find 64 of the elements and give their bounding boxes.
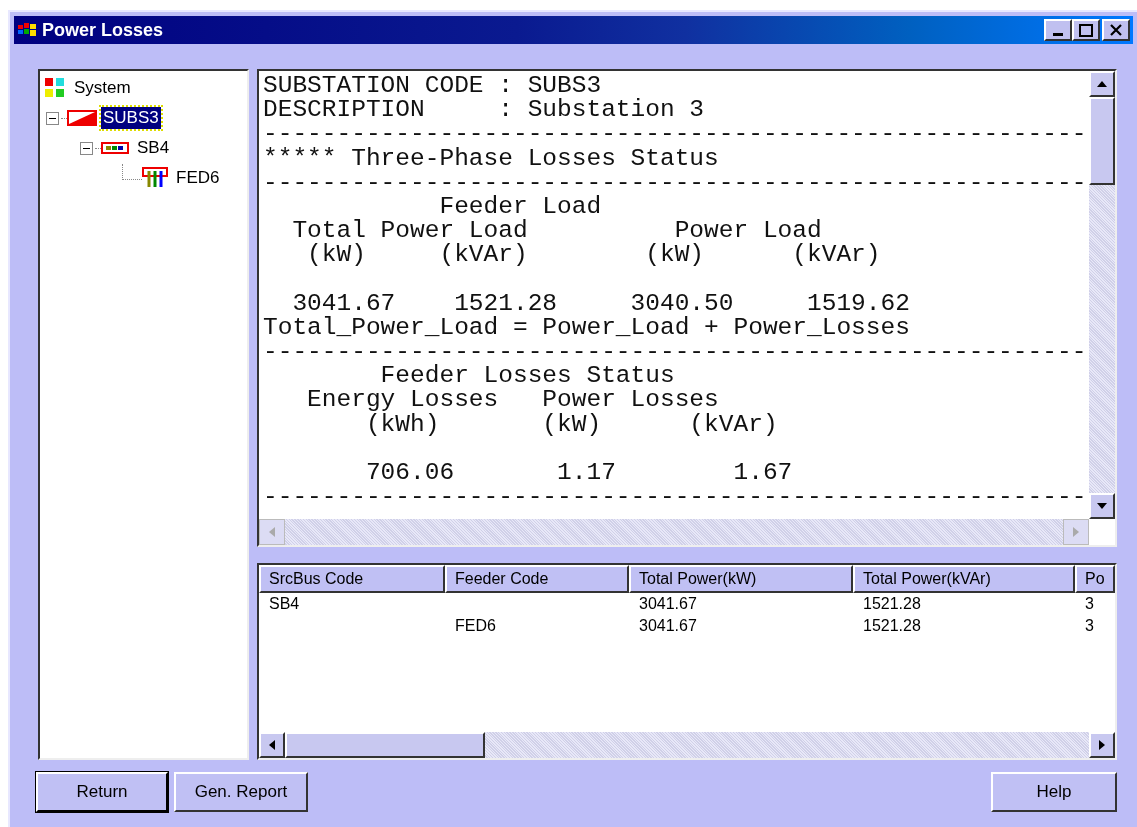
column-header[interactable]: Total Power(kW) bbox=[629, 565, 853, 593]
table-cell: 1521.28 bbox=[863, 595, 921, 612]
report-line: DESCRIPTION : Substation 3 bbox=[263, 98, 705, 123]
report-line: -------------------------------------------------------- bbox=[263, 340, 1087, 365]
left-arrow-icon bbox=[269, 527, 275, 537]
column-header[interactable]: Total Power(kVAr) bbox=[853, 565, 1075, 593]
table-cell: FED6 bbox=[455, 617, 496, 634]
scroll-up-button[interactable] bbox=[1089, 71, 1115, 97]
substation-icon bbox=[67, 110, 97, 126]
table-cell: 3041.67 bbox=[639, 617, 697, 634]
report-line: Energy Losses Power Losses bbox=[306, 388, 719, 413]
minus-icon bbox=[83, 147, 90, 149]
maximize-button[interactable] bbox=[1072, 19, 1100, 41]
right-arrow-icon bbox=[1099, 740, 1105, 750]
table-cell: SB4 bbox=[269, 595, 300, 612]
collapse-toggle[interactable] bbox=[46, 111, 59, 125]
feeder-icon bbox=[142, 167, 168, 189]
down-arrow-icon bbox=[1097, 503, 1107, 509]
left-arrow-icon bbox=[269, 740, 275, 750]
tree-item[interactable]: SUBS3 bbox=[101, 107, 161, 129]
report-line: -------------------------------------------------------- bbox=[263, 485, 1087, 510]
report-line: -------------------------------------------------------- bbox=[263, 170, 1087, 195]
minimize-button[interactable] bbox=[1044, 19, 1072, 41]
report-line: -------------------------------------------------------- bbox=[263, 122, 1087, 147]
report-line: SUBSTATION CODE : SUBS3 bbox=[263, 74, 602, 99]
collapse-toggle[interactable] bbox=[80, 141, 93, 155]
tree-item[interactable]: SB4 bbox=[135, 135, 172, 161]
tree-item[interactable]: FED6 bbox=[174, 165, 222, 191]
app-icon bbox=[18, 22, 38, 38]
maximize-icon bbox=[1079, 23, 1093, 37]
report-line: Total Power Load Power Load bbox=[291, 219, 822, 244]
scroll-thumb[interactable] bbox=[1089, 97, 1115, 185]
report-line: 706.06 1.17 1.67 bbox=[364, 461, 793, 486]
table-cell: 3 bbox=[1085, 595, 1094, 612]
right-arrow-icon bbox=[1073, 527, 1079, 537]
report-line: Total_Power_Load = Power_Load + Power_Losses bbox=[263, 315, 910, 341]
column-header[interactable]: SrcBus Code bbox=[259, 565, 445, 593]
minimize-icon bbox=[1053, 33, 1063, 36]
report-line: ***** Three-Phase Losses Status bbox=[263, 146, 719, 171]
column-header[interactable]: Feeder Code bbox=[445, 565, 629, 593]
bus-bar-icon bbox=[101, 142, 129, 154]
horizontal-scrollbar[interactable] bbox=[259, 732, 1115, 758]
table-cell: 3041.67 bbox=[639, 595, 697, 612]
report-line: Feeder Load bbox=[438, 194, 602, 220]
report-line: 3041.67 1521.28 3040.50 1519.62 bbox=[292, 291, 910, 316]
action-button[interactable]: Return bbox=[36, 772, 168, 812]
column-header[interactable]: Po bbox=[1075, 565, 1115, 593]
table-cell: 1521.28 bbox=[863, 617, 921, 634]
tree-item[interactable]: System bbox=[72, 75, 133, 101]
window-title: Power Losses bbox=[42, 18, 164, 42]
report-line: (kWh) (kW) (kVAr) bbox=[365, 412, 778, 437]
action-button[interactable]: Gen. Report bbox=[174, 772, 308, 812]
action-button[interactable]: Help bbox=[991, 772, 1117, 812]
up-arrow-icon bbox=[1097, 81, 1107, 87]
minus-icon bbox=[49, 117, 56, 119]
close-button[interactable] bbox=[1102, 19, 1130, 41]
close-icon bbox=[1110, 24, 1122, 36]
colored-squares-icon bbox=[44, 77, 66, 99]
scroll-thumb[interactable] bbox=[285, 732, 485, 758]
vertical-scrollbar[interactable] bbox=[1089, 71, 1115, 519]
table-cell: 3 bbox=[1085, 617, 1094, 634]
report-line: (kW) (kVAr) (kW) (kVAr) bbox=[306, 243, 881, 268]
report-line: Feeder Losses Status bbox=[379, 364, 675, 389]
scroll-down-button[interactable] bbox=[1089, 493, 1115, 519]
